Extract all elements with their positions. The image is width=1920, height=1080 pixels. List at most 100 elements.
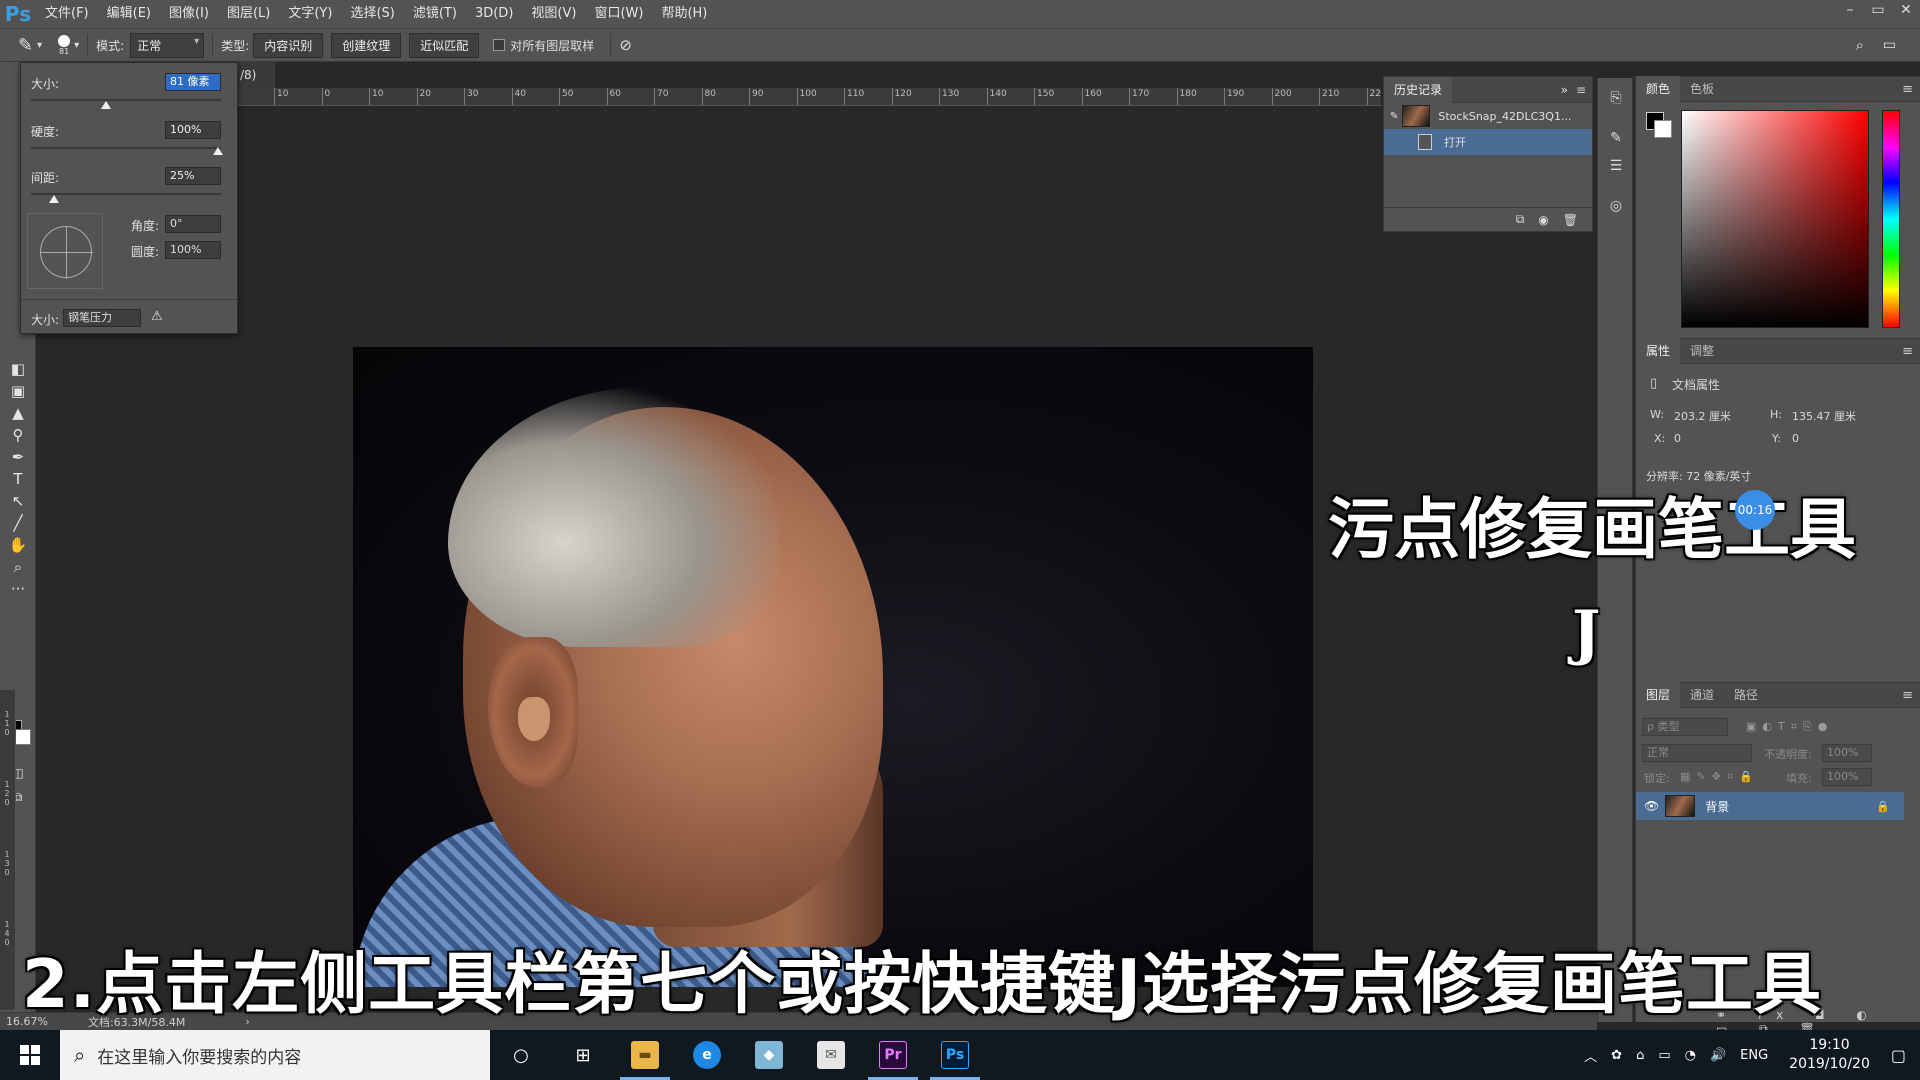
search-icon[interactable]: ⌕: [1856, 36, 1864, 54]
size-slider-track[interactable]: [31, 99, 221, 101]
hand-icon[interactable]: ✋: [6, 534, 30, 556]
menu-image[interactable]: 图像(I): [160, 0, 218, 28]
x-value[interactable]: 0: [1674, 432, 1681, 445]
path-selection-icon[interactable]: ↖: [6, 490, 30, 512]
tab-color[interactable]: 颜色: [1636, 76, 1681, 102]
spacing-field[interactable]: 25%: [165, 167, 221, 185]
close-button[interactable]: ✕: [1892, 0, 1920, 28]
pressure-size-icon[interactable]: ⊘: [619, 36, 632, 54]
spot-healing-brush-icon[interactable]: ✎: [18, 35, 33, 56]
more-tools-icon[interactable]: ···: [6, 578, 30, 600]
lock-icons[interactable]: ▦✎✥⌗🔒: [1680, 770, 1759, 784]
color-field[interactable]: [1681, 110, 1869, 328]
hardness-slider-thumb[interactable]: [213, 147, 223, 155]
panel-menu-icon[interactable]: ≡: [1576, 83, 1586, 97]
background-swatch[interactable]: [1654, 120, 1672, 138]
start-button[interactable]: [0, 1030, 60, 1080]
background-color-swatch[interactable]: [15, 729, 31, 745]
mode-select[interactable]: 正常: [130, 32, 205, 58]
menu-filter[interactable]: 滤镜(T): [404, 0, 466, 28]
premiere-icon[interactable]: Pr: [862, 1030, 924, 1080]
cortana-icon[interactable]: ○: [490, 1030, 552, 1080]
hue-slider[interactable]: [1882, 110, 1900, 328]
tab-adjustments[interactable]: 调整: [1680, 338, 1724, 364]
new-document-icon[interactable]: ⧉: [1516, 212, 1525, 227]
spacing-slider-thumb[interactable]: [49, 195, 59, 203]
clock[interactable]: 19:10 2019/10/20: [1789, 1036, 1870, 1074]
tray-app-icon[interactable]: ✿: [1611, 1048, 1622, 1063]
panel-menu-icon[interactable]: ≡: [1902, 82, 1913, 97]
lock-icon[interactable]: 🔒: [1876, 800, 1890, 813]
chevron-down-icon[interactable]: ▾: [74, 40, 79, 51]
menu-type[interactable]: 文字(Y): [279, 0, 341, 28]
hardness-slider-track[interactable]: [31, 147, 221, 149]
gradient-icon[interactable]: ▣: [6, 380, 30, 402]
menu-select[interactable]: 选择(S): [341, 0, 403, 28]
history-step-row[interactable]: 打开: [1384, 129, 1592, 155]
roundness-field[interactable]: 100%: [165, 241, 221, 259]
camera-icon[interactable]: ◉: [1538, 213, 1548, 227]
workspace-icon[interactable]: ▭: [1883, 37, 1896, 53]
proximity-match-button[interactable]: 近似匹配: [409, 32, 480, 58]
content-aware-button[interactable]: 内容识别: [253, 32, 324, 58]
blur-icon[interactable]: ▲: [6, 402, 30, 424]
tab-properties[interactable]: 属性: [1636, 338, 1681, 364]
brush-angle-circle[interactable]: [40, 226, 93, 279]
brush-panel-icon[interactable]: ✎: [1606, 128, 1626, 148]
hardness-field[interactable]: 100%: [165, 121, 221, 139]
browser-icon[interactable]: e: [676, 1030, 738, 1080]
photoshop-taskbar-icon[interactable]: Ps: [924, 1030, 986, 1080]
menu-window[interactable]: 窗口(W): [585, 0, 652, 28]
tab-paths[interactable]: 路径: [1724, 682, 1768, 708]
network-icon[interactable]: ⌂: [1636, 1048, 1644, 1063]
task-view-icon[interactable]: ⊞: [552, 1030, 614, 1080]
width-value[interactable]: 203.2 厘米: [1674, 408, 1731, 424]
eye-icon[interactable]: 👁: [1644, 799, 1659, 813]
trash-icon[interactable]: 🗑: [1563, 213, 1578, 227]
brush-size-field[interactable]: 81 像素: [165, 73, 221, 91]
app-icon[interactable]: ◆: [738, 1030, 800, 1080]
panel-menu-icon[interactable]: ≡: [1902, 344, 1913, 359]
pen-pressure-select[interactable]: 钢笔压力: [63, 309, 141, 327]
brush-preset-picker[interactable]: 81: [58, 34, 71, 56]
y-value[interactable]: 0: [1792, 432, 1799, 445]
angle-field[interactable]: 0°: [165, 215, 221, 233]
menu-help[interactable]: 帮助(H): [652, 0, 716, 28]
mail-icon[interactable]: ✉: [800, 1030, 862, 1080]
libraries-icon[interactable]: ◎: [1606, 196, 1626, 216]
adjustments-icon[interactable]: ☰: [1606, 156, 1626, 176]
restore-button[interactable]: ▭: [1864, 0, 1892, 28]
panel-menu-icon[interactable]: ≡: [1902, 688, 1913, 703]
volume-icon[interactable]: 🔊: [1710, 1048, 1726, 1063]
tab-layers[interactable]: 图层: [1636, 682, 1681, 708]
history-snapshot-row[interactable]: ✎ StockSnap_42DLC3Q1...: [1384, 103, 1592, 129]
line-tool-icon[interactable]: ╱: [6, 512, 30, 534]
zoom-icon[interactable]: ⌕: [6, 556, 30, 578]
sample-all-layers-checkbox[interactable]: [493, 39, 506, 51]
type-tool-icon[interactable]: T: [6, 468, 30, 490]
battery-icon[interactable]: ▭: [1658, 1048, 1670, 1063]
pen-icon[interactable]: ✒: [6, 446, 30, 468]
create-texture-button[interactable]: 创建纹理: [331, 32, 402, 58]
expand-panel-icon[interactable]: »: [1561, 83, 1568, 97]
brush-shape-preview[interactable]: [27, 213, 103, 289]
dodge-icon[interactable]: ⚲: [6, 424, 30, 446]
menu-edit[interactable]: 编辑(E): [98, 0, 160, 28]
tab-history[interactable]: 历史记录: [1384, 76, 1453, 103]
layer-filter-select[interactable]: ρ 类型: [1642, 718, 1728, 736]
size-slider-thumb[interactable]: [101, 101, 111, 109]
menu-view[interactable]: 视图(V): [522, 0, 585, 28]
language-indicator[interactable]: ENG: [1740, 1048, 1768, 1063]
menu-3d[interactable]: 3D(D): [466, 0, 522, 28]
history-brush-icon[interactable]: ✎: [1390, 111, 1398, 122]
portrait-photo[interactable]: [353, 347, 1313, 987]
opacity-field[interactable]: 100%: [1822, 744, 1872, 762]
menu-layer[interactable]: 图层(L): [218, 0, 279, 28]
file-explorer-icon[interactable]: ▬: [614, 1030, 676, 1080]
photoshop-logo[interactable]: Ps: [0, 2, 36, 26]
chevron-up-icon[interactable]: ︿: [1584, 1046, 1597, 1065]
wifi-icon[interactable]: ◔: [1685, 1048, 1696, 1063]
tab-channels[interactable]: 通道: [1680, 682, 1724, 708]
minimize-button[interactable]: –: [1836, 0, 1864, 28]
eraser-icon[interactable]: ◧: [6, 358, 30, 380]
